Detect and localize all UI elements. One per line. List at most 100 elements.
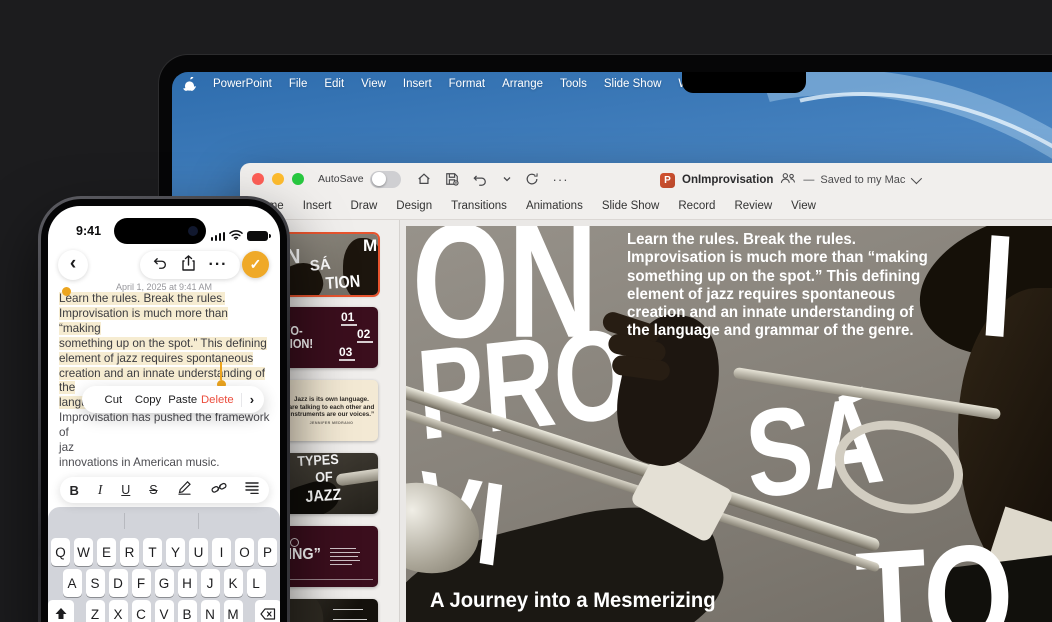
thumb1-letter: SÁ [309,255,332,275]
letter-key[interactable]: C [131,600,151,622]
letter-key[interactable]: Z [85,600,105,622]
more-options-icon[interactable]: ··· [209,256,228,274]
letter-key[interactable]: P [258,538,277,566]
delete-key[interactable] [254,600,280,622]
redo-icon[interactable] [525,172,539,186]
letter-key[interactable]: D [108,569,128,597]
menu-item[interactable]: Arrange [502,78,543,90]
letter-key[interactable]: B [177,600,197,622]
selection-end-caret[interactable] [220,362,222,380]
slide-thumbnail-4[interactable]: TYPES OF JAZZ [285,453,378,514]
letter-key[interactable]: Y [166,538,185,566]
slide-thumbnail-2[interactable]: F VO- TION! 01 02 03 [285,307,378,368]
minimize-window-button[interactable] [272,173,284,185]
letter-key[interactable]: Q [51,538,70,566]
link-icon[interactable] [210,481,227,500]
undo-icon[interactable] [473,173,489,186]
letter-key[interactable]: E [97,538,116,566]
close-window-button[interactable] [252,173,264,185]
apple-menu-icon[interactable] [183,76,196,92]
ribbon-tab[interactable]: Animations [526,200,583,212]
letter-key[interactable]: R [120,538,139,566]
text-align-icon[interactable] [245,481,260,499]
zoom-window-button[interactable] [292,173,304,185]
letter-key[interactable]: I [212,538,231,566]
menu-item[interactable]: Tools [560,78,587,90]
ribbon-tab[interactable]: Transitions [451,200,507,212]
ribbon-tab[interactable]: Draw [350,200,377,212]
italic-button[interactable]: I [98,482,103,498]
letter-key[interactable]: T [143,538,162,566]
letter-key[interactable]: U [189,538,208,566]
ribbon-tabs: HomeInsertDrawDesignTransitionsAnimation… [240,193,1052,220]
thumb4-title-line: JAZZ [304,486,342,506]
menu-more-chevron-icon[interactable]: › [248,392,254,407]
selection-start-handle[interactable] [62,287,71,296]
letter-key[interactable]: G [154,569,174,597]
slide-thumbnail-1[interactable]: N M SÁ TION [285,234,378,295]
menu-item[interactable]: PowerPoint [213,78,272,90]
letter-key[interactable]: F [131,569,151,597]
letter-key[interactable]: A [62,569,82,597]
menu-item[interactable]: View [361,78,386,90]
letter-key[interactable]: V [154,600,174,622]
shift-key[interactable] [48,600,74,622]
predictive-bar[interactable] [48,507,280,535]
letter-key[interactable]: M [223,600,243,622]
delete-menu-item[interactable]: Delete [200,394,235,406]
share-people-icon[interactable] [780,171,796,189]
saved-status-chevron-icon[interactable] [911,172,923,185]
home-icon[interactable] [417,172,431,186]
powerpoint-app-icon: P [660,172,675,188]
menu-item[interactable]: File [289,78,308,90]
paste-menu-item[interactable]: Paste [165,394,200,406]
more-toolbar-icon[interactable]: ··· [553,172,569,187]
letter-key[interactable]: X [108,600,128,622]
ribbon-tab[interactable]: Insert [303,200,332,212]
thumb2-number: 03 [339,345,353,359]
letter-key[interactable]: O [235,538,254,566]
letter-key[interactable]: S [85,569,105,597]
letter-key[interactable]: N [200,600,220,622]
bold-button[interactable]: B [69,483,78,498]
share-icon[interactable] [181,254,195,276]
highlight-pen-icon[interactable] [177,480,192,500]
ribbon-tab[interactable]: Review [734,200,772,212]
cut-menu-item[interactable]: Cut [96,394,131,406]
letter-key[interactable]: K [223,569,243,597]
note-text[interactable]: Learn the rules. Break the rules. Improvi… [59,292,272,471]
strikethrough-button[interactable]: S [149,483,157,497]
undo-menu-chevron-icon[interactable] [503,176,511,182]
document-title: OnImprovisation [682,174,774,186]
thumb3-quote-line: are talking to each other and [288,403,375,411]
slide-thumbnail-3[interactable]: Jazz is its own language. are talking to… [285,380,378,441]
back-button[interactable]: ‹ [58,250,88,280]
slide-body-text[interactable]: Learn the rules. Break the rules. Improvi… [627,231,998,341]
copy-menu-item[interactable]: Copy [131,394,166,406]
save-icon[interactable] [445,172,459,186]
ribbon-tab[interactable]: Design [396,200,432,212]
status-separator: — [803,174,815,186]
note-toolbar: ‹ ··· ✓ [48,250,280,280]
slide-footer-text[interactable]: A Journey into a Mesmerizing [430,588,716,613]
menu-item[interactable]: Edit [324,78,344,90]
slide-thumbnail-5[interactable]: ING” [285,526,378,587]
current-slide-canvas[interactable]: ON I PRO VI SA TO [406,226,1052,622]
letter-key[interactable]: W [74,538,93,566]
ribbon-tab[interactable]: Record [678,200,715,212]
done-check-button[interactable]: ✓ [242,251,269,278]
letter-key[interactable]: H [177,569,197,597]
undo-icon[interactable] [153,256,168,274]
ribbon-tab[interactable]: View [791,200,816,212]
letter-key[interactable]: L [246,569,266,597]
menu-item[interactable]: Format [449,78,485,90]
menu-item[interactable]: Insert [403,78,432,90]
underline-button[interactable]: U [121,483,130,497]
macbook-screen: PowerPoint File Edit View Insert Format … [172,72,1052,622]
note-text-line: innovations in American music. [59,455,220,469]
letter-key[interactable]: J [200,569,220,597]
slide-thumbnail-6[interactable] [285,599,378,622]
menu-item[interactable]: Slide Show [604,78,662,90]
ribbon-tab[interactable]: Slide Show [602,200,660,212]
autosave-toggle[interactable] [369,170,401,188]
